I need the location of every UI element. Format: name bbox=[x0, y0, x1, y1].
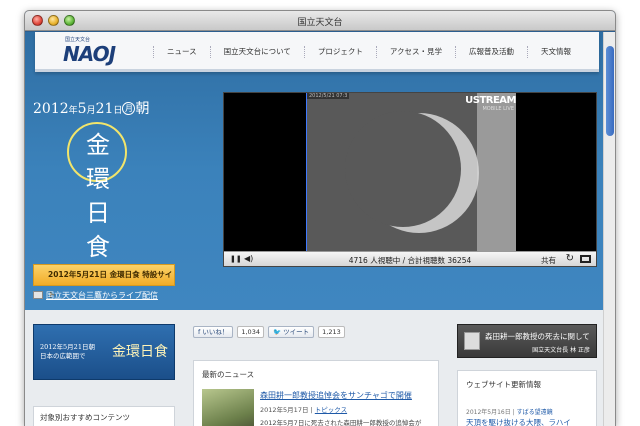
title-char: 食 bbox=[86, 233, 110, 261]
fullscreen-icon[interactable] bbox=[580, 255, 591, 263]
scrollbar-thumb[interactable] bbox=[606, 46, 614, 136]
browser-window: 国立天文台 国立天文台 NAOJ ニュース 国立天文台について プロジェクト ア… bbox=[24, 10, 616, 426]
ustream-logo: USTREAM bbox=[465, 95, 516, 106]
notice-author: 国立天文台長 林 正彦 bbox=[532, 347, 590, 354]
update-link[interactable]: 天頂を駆け抜ける大隈、ラハイ bbox=[466, 417, 571, 426]
nav-item-outreach[interactable]: 広報普及活動 bbox=[455, 46, 527, 58]
share-button[interactable]: 共有 bbox=[541, 255, 556, 266]
notice-title: 森田耕一郎教授の死去に関して bbox=[485, 332, 590, 341]
nav-item-access[interactable]: アクセス・見学 bbox=[375, 46, 455, 58]
like-label: いいね！ bbox=[202, 328, 229, 336]
update-meta: 2012年5月16日 | すばる望遠鏡 bbox=[466, 409, 553, 416]
social-buttons: f いいね！ 1,034 🐦 ツイート 1,213 bbox=[193, 326, 345, 338]
naoj-logo[interactable]: 国立天文台 NAOJ bbox=[63, 36, 135, 66]
player-controls: ❚❚ ◀) 4716 人視聴中 / 合計視聴数 36254 共有 ↻ bbox=[224, 251, 596, 266]
nav-item-about[interactable]: 国立天文台について bbox=[209, 46, 304, 58]
date-day: 21 bbox=[95, 101, 114, 117]
update-date: 2012年5月16日 bbox=[466, 409, 511, 416]
tv-icon bbox=[33, 291, 43, 299]
news-category-link[interactable]: トピックス bbox=[315, 406, 347, 414]
title-char: 金 bbox=[86, 131, 110, 159]
latest-news-panel: 最新のニュース 森田耕一郎教授追悼会をサンチャゴで開催 2012年5月17日 |… bbox=[193, 360, 439, 426]
logo-wordmark: NAOJ bbox=[63, 42, 116, 66]
video-player[interactable]: 2012/5/21 07:3 USTREAM MOBILE LIVE ❚❚ ◀)… bbox=[223, 92, 597, 267]
condolence-notice-button[interactable]: 森田耕一郎教授の死去に関して 国立天文台長 林 正彦 bbox=[457, 324, 597, 358]
banner-title: 金環日食 bbox=[112, 344, 168, 360]
news-meta: 2012年5月17日 | トピックス bbox=[260, 406, 348, 414]
banner-line-2: 日本の広範囲で bbox=[40, 352, 86, 360]
updates-heading: ウェブサイト更新情報 bbox=[466, 380, 541, 389]
site-updates-panel: ウェブサイト更新情報 2012年5月16日 | すばる望遠鏡 天頂を駆け抜ける大… bbox=[457, 370, 597, 426]
refresh-icon[interactable]: ↻ bbox=[566, 253, 574, 264]
news-heading: 最新のニュース bbox=[202, 370, 255, 379]
banner-subtitle: 2012年5月21日朝 日本の広範囲で bbox=[40, 343, 95, 361]
live-stream-link[interactable]: 国立天文台三鷹からライブ配信 bbox=[33, 290, 158, 301]
weekday-badge: 月 bbox=[122, 102, 136, 115]
date-day-unit: 日 bbox=[113, 106, 123, 116]
title-char: 環 bbox=[86, 165, 110, 193]
title-char: 日 bbox=[86, 199, 110, 227]
ustream-mobile-live: MOBILE LIVE bbox=[482, 106, 514, 112]
tweet-label: ツイート bbox=[283, 328, 310, 336]
facebook-like-button[interactable]: f いいね！ bbox=[193, 326, 234, 338]
date-time: 朝 bbox=[135, 101, 150, 117]
nav-item-projects[interactable]: プロジェクト bbox=[303, 46, 376, 58]
partial-eclipse-image bbox=[345, 93, 516, 253]
tweet-button[interactable]: 🐦 ツイート bbox=[267, 326, 315, 338]
web-page: 国立天文台 NAOJ ニュース 国立天文台について プロジェクト アクセス・見学… bbox=[25, 32, 605, 426]
eclipse-title: 金 環 日 食 bbox=[85, 128, 111, 264]
eclipse-video[interactable]: 2012/5/21 07:3 bbox=[306, 93, 516, 253]
nav-menu: ニュース 国立天文台について プロジェクト アクセス・見学 広報普及活動 天文情… bbox=[153, 32, 584, 72]
document-icon bbox=[464, 332, 480, 350]
special-site-button[interactable]: 2012年5月21日 金環日食 特設サイト bbox=[33, 264, 175, 299]
top-navigation: 国立天文台 NAOJ ニュース 国立天文台について プロジェクト アクセス・見学… bbox=[35, 32, 599, 72]
date-year: 2012 bbox=[33, 101, 69, 117]
vertical-scrollbar[interactable] bbox=[603, 32, 615, 426]
like-count: 1,034 bbox=[237, 326, 264, 338]
news-excerpt: 2012年5月7日に死去された森田耕一郎教授の追悼会が bbox=[260, 419, 422, 426]
date-month-unit: 月 bbox=[86, 106, 96, 116]
eclipse-date: 2012年5月21日月朝 bbox=[33, 98, 149, 118]
news-thumbnail[interactable] bbox=[202, 389, 254, 426]
eclipse-banner[interactable]: 2012年5月21日朝 日本の広範囲で 金環日食 bbox=[33, 324, 175, 380]
recommended-title: 対象別おすすめコンテンツ bbox=[40, 413, 130, 422]
live-stream-label: 国立天文台三鷹からライブ配信 bbox=[46, 291, 158, 300]
recommended-content-box: 対象別おすすめコンテンツ bbox=[33, 406, 175, 426]
news-headline-link[interactable]: 森田耕一郎教授追悼会をサンチャゴで開催 bbox=[260, 390, 412, 401]
update-category[interactable]: すばる望遠鏡 bbox=[517, 409, 553, 416]
window-title: 国立天文台 bbox=[297, 18, 343, 28]
date-month: 5 bbox=[77, 101, 87, 117]
tweet-count: 1,213 bbox=[318, 326, 345, 338]
content-area: 2012年5月21日朝 日本の広範囲で 金環日食 対象別おすすめコンテンツ f … bbox=[25, 310, 605, 426]
nav-item-news[interactable]: ニュース bbox=[153, 46, 210, 58]
title-bar: 国立天文台 bbox=[25, 11, 615, 31]
news-date: 2012年5月17日 bbox=[260, 406, 309, 414]
date-year-unit: 年 bbox=[68, 106, 78, 116]
nav-item-astro-info[interactable]: 天文情報 bbox=[527, 46, 584, 58]
banner-line-1: 2012年5月21日朝 bbox=[40, 343, 95, 351]
